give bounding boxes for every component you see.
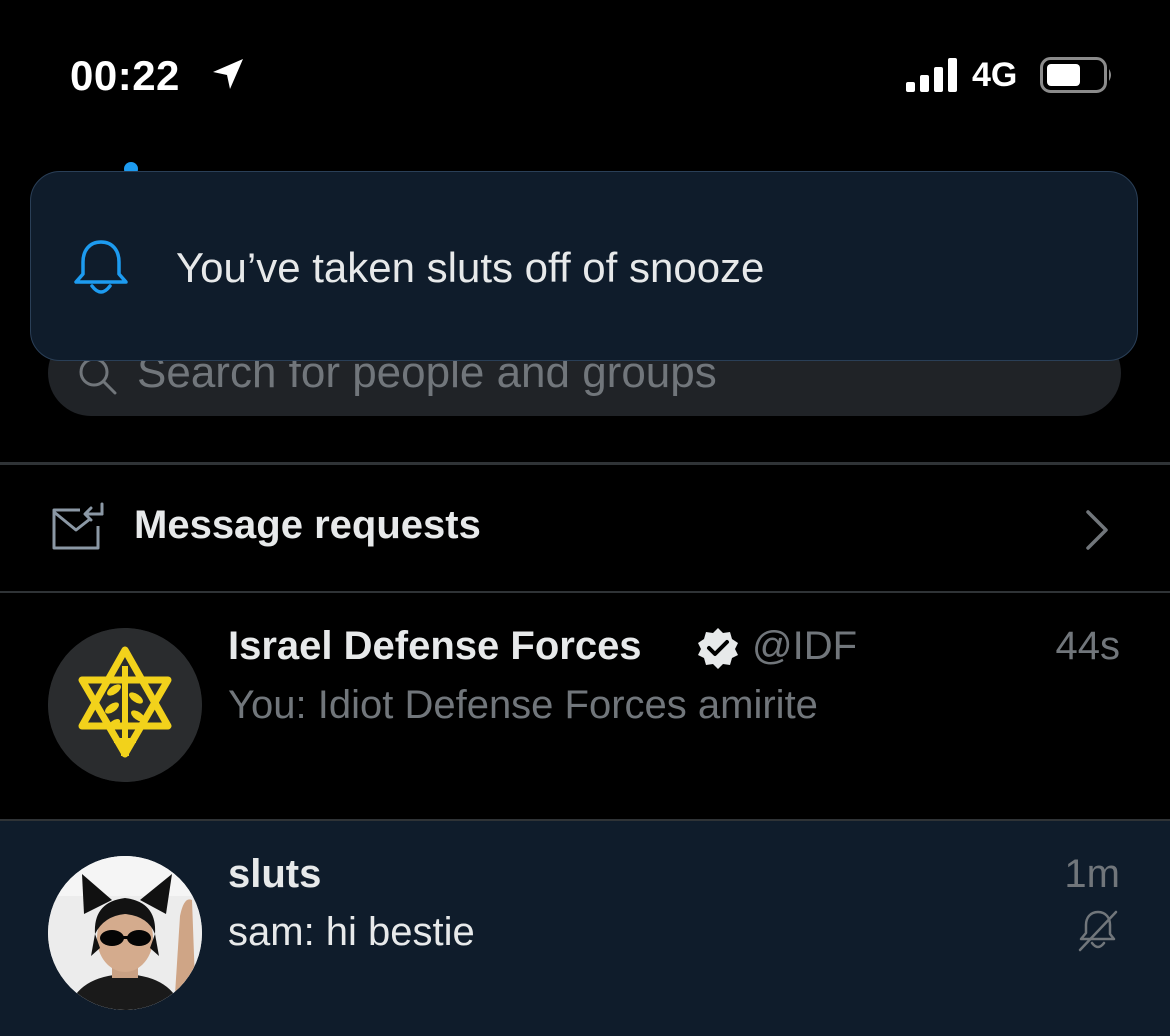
bell-muted-icon [1078, 910, 1118, 952]
bell-icon [74, 240, 128, 294]
inbox-icon [52, 502, 104, 550]
idf-logo-icon [48, 628, 202, 782]
network-type-label: 4G [972, 56, 1018, 94]
location-arrow-icon [213, 59, 243, 89]
cellular-signal-icon [906, 58, 957, 92]
conversation-name: Israel Defense Forces [228, 624, 642, 668]
battery-icon [1040, 57, 1111, 93]
chevron-right-icon [1086, 510, 1108, 550]
message-requests-label: Message requests [134, 503, 481, 547]
conversation-preview: You: Idiot Defense Forces amirite [228, 683, 818, 727]
verified-badge-icon [698, 628, 738, 669]
person-photo-icon [48, 856, 202, 1010]
conversation-timestamp: 44s [1055, 624, 1121, 668]
conversation-timestamp: 1m [1064, 852, 1120, 896]
status-time: 00:22 [70, 52, 180, 99]
toast-message: You’ve taken sluts off of snooze [176, 244, 765, 291]
avatar[interactable] [48, 856, 202, 1010]
conversation-preview: sam: hi bestie [228, 910, 475, 954]
conversation-name: sluts [228, 852, 322, 896]
conversation-handle: @IDF [752, 624, 858, 668]
avatar[interactable] [48, 628, 202, 782]
